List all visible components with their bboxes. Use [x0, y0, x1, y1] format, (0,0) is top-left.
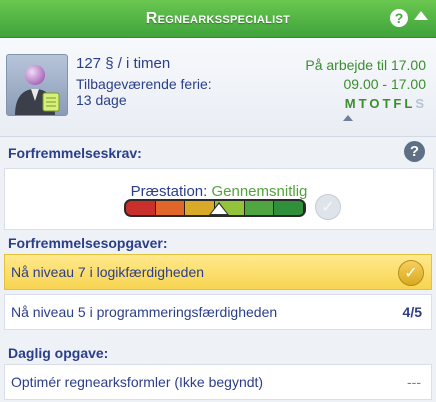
promotion-task-logic[interactable]: Nå niveau 7 i logikfærdigheden ✓ [4, 254, 432, 290]
career-avatar-icon [6, 54, 68, 116]
work-day-3: T [382, 96, 394, 111]
career-panel: Regnearksspecialist ? 127 § / i timen Ti… [0, 0, 436, 402]
work-day-4: F [393, 96, 405, 111]
work-day-2: O [369, 96, 383, 111]
requirement-check-icon: ✓ [315, 194, 341, 220]
collapse-icon[interactable] [414, 11, 428, 20]
performance-card: Præstation: Gennemsnitlig ✓ [4, 168, 434, 230]
work-until-label: På arbejde til 17.00 [305, 57, 426, 73]
task-progress: 4/5 [402, 304, 422, 320]
meter-segment [274, 201, 304, 215]
work-days: MTOTFLS [345, 96, 427, 111]
daily-task-title: Daglig opgave: [8, 345, 109, 361]
meter-segment [155, 201, 186, 215]
hourly-wage: 127 § / i timen [76, 55, 171, 72]
daily-task-status: --- [407, 374, 421, 390]
promotion-tasks-title: Forfremmelsesopgaver: [8, 235, 168, 251]
performance-marker-icon [211, 204, 227, 214]
promotion-task-programming[interactable]: Nå niveau 5 i programmeringsfærdigheden … [4, 294, 432, 330]
performance-label: Præstation: Gennemsnitlig [5, 183, 433, 200]
work-day-6: S [415, 96, 427, 111]
performance-prefix: Præstation: [130, 183, 208, 200]
vacation-days: 13 dage [76, 92, 127, 108]
work-day-0: M [344, 96, 359, 111]
career-header: Regnearksspecialist ? [0, 0, 436, 38]
current-day-marker-icon [343, 115, 353, 121]
requirements-help-icon[interactable]: ? [404, 141, 425, 162]
divider [0, 136, 436, 137]
meter-segment [244, 201, 275, 215]
work-day-1: T [358, 96, 370, 111]
performance-value: Gennemsnitlig [211, 183, 308, 200]
career-title: Regnearksspecialist [145, 9, 291, 27]
career-info: 127 § / i timen Tilbageværende ferie: 13… [0, 38, 436, 136]
promotion-requirements-title: Forfremmelseskrav: [8, 145, 142, 161]
task-label: Nå niveau 7 i logikfærdigheden [11, 264, 205, 280]
work-day-5: L [404, 96, 416, 111]
daily-task-label: Optimér regnearksformler (Ikke begyndt) [11, 374, 264, 390]
daily-task[interactable]: Optimér regnearksformler (Ikke begyndt) … [4, 364, 432, 400]
work-hours: 09.00 - 17.00 [343, 76, 426, 92]
meter-segment [126, 201, 156, 215]
completed-check-icon: ✓ [398, 260, 424, 286]
task-label: Nå niveau 5 i programmeringsfærdigheden [11, 304, 278, 320]
vacation-label: Tilbageværende ferie: [76, 76, 212, 92]
help-icon[interactable]: ? [390, 9, 408, 27]
